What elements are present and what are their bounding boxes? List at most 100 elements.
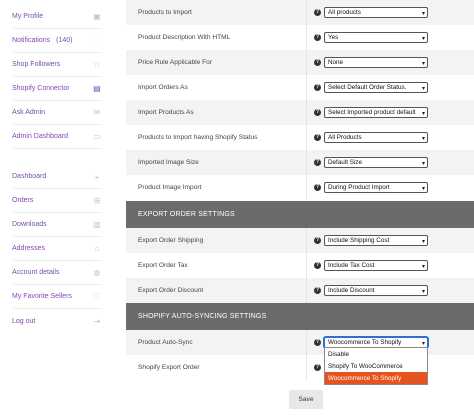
auto-sync-settings-header: SHOPIFY AUTO-SYNCING SETTINGS	[126, 303, 474, 330]
setting-row-shopify-status: Products to Import having Shopify Status…	[126, 125, 474, 150]
image-import-select[interactable]: During Product Import ▾	[324, 182, 428, 193]
cart-icon: ⊞	[93, 196, 101, 205]
select-value: All products	[328, 9, 361, 16]
sidebar-item-label: Dashboard	[12, 173, 47, 180]
sidebar-item-account-details[interactable]: Account details ◍	[12, 261, 102, 285]
sidebar-item-orders[interactable]: Orders ⊞	[12, 189, 102, 213]
help-icon[interactable]: ?	[314, 134, 321, 141]
setting-row-description-html: Product Description With HTML ? Yes ▾	[126, 25, 474, 50]
help-icon[interactable]: ?	[314, 339, 321, 346]
profile-icon: ▣	[93, 12, 101, 21]
sidebar-item-label: Admin Dashboard	[12, 133, 69, 140]
help-icon[interactable]: ?	[314, 159, 321, 166]
heart-icon: ♡	[93, 292, 101, 301]
bell-icon: ◌	[94, 36, 100, 45]
sidebar-item-notifications[interactable]: Notifications (140) ◌	[12, 29, 102, 53]
setting-row-products-to-import: Products to Import ? All products ▾	[126, 0, 474, 25]
chevron-down-icon: ▾	[421, 341, 425, 347]
export-shipping-select[interactable]: Include Shipping Cost ▾	[324, 235, 428, 246]
help-icon[interactable]: ?	[314, 84, 321, 91]
shopify-status-select[interactable]: All Products ▾	[324, 132, 428, 143]
field-label: Product Description With HTML	[138, 34, 231, 41]
field-label: Price Rule Applicable For	[138, 59, 213, 66]
select-value: During Product Import	[328, 184, 390, 191]
sidebar-item-admin-dashboard[interactable]: Admin Dashboard ▭	[12, 125, 102, 149]
star-icon: ☆	[93, 60, 101, 69]
select-value: Include Tax Cost	[328, 262, 375, 269]
chevron-down-icon: ▾	[421, 289, 425, 295]
sidebar-item-my-profile[interactable]: My Profile ▣	[12, 5, 102, 29]
setting-row-export-tax: Export Order Tax ? Include Tax Cost ▾	[126, 253, 474, 278]
field-label: Products to Import	[138, 9, 192, 16]
description-html-select[interactable]: Yes ▾	[324, 32, 428, 43]
chevron-down-icon: ▾	[421, 161, 425, 167]
sidebar-item-label: Downloads	[12, 221, 47, 228]
sidebar-item-label: Account details	[12, 269, 60, 276]
import-products-as-select[interactable]: Select Imported product default ▾	[324, 107, 428, 118]
notification-count: (140)	[56, 37, 73, 44]
sidebar-item-label: Notifications	[12, 37, 51, 44]
export-order-settings-header: EXPORT ORDER SETTINGS	[126, 201, 474, 228]
help-icon[interactable]: ?	[314, 262, 321, 269]
help-icon[interactable]: ?	[314, 59, 321, 66]
sidebar-item-downloads[interactable]: Downloads ▥	[12, 213, 102, 237]
logout-icon: ⇥	[93, 316, 101, 326]
import-orders-as-select[interactable]: Select Default Order Status. ▾	[324, 82, 428, 93]
setting-row-export-discount: Export Order Discount ? Include Discount…	[126, 278, 474, 303]
sidebar-item-addresses[interactable]: Addresses ⌂	[12, 237, 102, 261]
sidebar-item-label: My Profile	[12, 13, 44, 20]
mail-icon: ✉	[93, 108, 101, 117]
sidebar-item-ask-admin[interactable]: Ask Admin ✉	[12, 101, 102, 125]
select-value: Default Size	[328, 159, 362, 166]
select-value: Select Default Order Status.	[328, 84, 407, 91]
setting-row-image-import: Product Image Import ? During Product Im…	[126, 175, 474, 200]
user-icon: ◍	[93, 268, 101, 277]
sidebar-item-dashboard[interactable]: Dashboard ◒	[12, 165, 102, 189]
field-label: Import Products As	[138, 109, 194, 116]
field-label: Export Order Discount	[138, 287, 204, 294]
chevron-down-icon: ▾	[421, 11, 425, 17]
field-label: Import Orders As	[138, 84, 188, 91]
auto-sync-dropdown-list: Disable Shopify To WooCommerce Woocommer…	[324, 347, 428, 385]
help-icon[interactable]: ?	[314, 9, 321, 16]
export-discount-select[interactable]: Include Discount ▾	[324, 285, 428, 296]
help-icon[interactable]: ?	[314, 34, 321, 41]
select-value: All Products	[328, 134, 362, 141]
field-label: Product Auto-Sync	[138, 339, 193, 346]
products-to-import-select[interactable]: All products ▾	[324, 7, 428, 18]
sidebar-item-shopify-connector[interactable]: Shopify Connector ▤	[12, 77, 102, 101]
account-sidebar: My Profile ▣ Notifications (140) ◌ Shop …	[0, 0, 108, 418]
help-icon[interactable]: ?	[314, 109, 321, 116]
sidebar-item-log-out[interactable]: Log out ⇥	[12, 309, 102, 333]
sidebar-item-label: Addresses	[12, 245, 46, 252]
select-value: Select Imported product default	[328, 109, 416, 116]
image-size-select[interactable]: Default Size ▾	[324, 157, 428, 168]
save-button[interactable]: Save	[289, 390, 323, 409]
chevron-down-icon: ▾	[421, 186, 425, 192]
dropdown-option-disable[interactable]: Disable	[325, 348, 427, 360]
help-icon[interactable]: ?	[314, 237, 321, 244]
sidebar-item-label: Shop Followers	[12, 61, 61, 68]
chevron-down-icon: ▾	[421, 86, 425, 92]
price-rule-select[interactable]: None ▾	[324, 57, 428, 68]
sidebar-item-label: My Favorite Sellers	[12, 293, 72, 300]
help-icon[interactable]: ?	[314, 184, 321, 191]
dropdown-option-woocommerce-to-shopify[interactable]: Woocommerce To Shopify	[325, 372, 427, 384]
select-value: Yes	[328, 34, 339, 41]
export-tax-select[interactable]: Include Tax Cost ▾	[324, 260, 428, 271]
field-label: Export Order Shipping	[138, 237, 204, 244]
sidebar-item-label: Log out	[12, 317, 36, 325]
sidebar-item-favorite-sellers[interactable]: My Favorite Sellers ♡	[12, 285, 102, 309]
sidebar-item-shop-followers[interactable]: Shop Followers ☆	[12, 53, 102, 77]
chevron-down-icon: ▾	[421, 136, 425, 142]
gauge-icon: ◒	[94, 172, 100, 181]
field-label: Imported Image Size	[138, 159, 199, 166]
chevron-down-icon: ▾	[421, 264, 425, 270]
help-icon[interactable]: ?	[314, 364, 321, 371]
setting-row-import-products-as: Import Products As ? Select Imported pro…	[126, 100, 474, 125]
dropdown-option-shopify-to-woocommerce[interactable]: Shopify To WooCommerce	[325, 360, 427, 372]
chevron-down-icon: ▾	[421, 61, 425, 67]
download-file-icon: ▥	[93, 220, 101, 229]
setting-row-import-orders-as: Import Orders As ? Select Default Order …	[126, 75, 474, 100]
help-icon[interactable]: ?	[314, 287, 321, 294]
